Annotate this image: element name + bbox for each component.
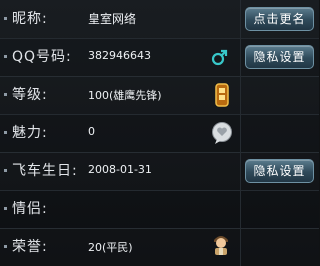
rank-badge-icon (214, 82, 230, 112)
qq-privacy-settings-button[interactable]: 隐私设置 (245, 45, 314, 69)
honor-label: 荣誉: (12, 239, 48, 255)
divider (240, 152, 241, 190)
qq-number-label: QQ号码: (12, 49, 72, 65)
divider (240, 190, 241, 228)
birthday-value: 2008-01-31 (88, 163, 152, 176)
row-bullet (4, 245, 7, 248)
row-qq-number: QQ号码: 382946643 隐私设置 (0, 38, 319, 77)
divider (240, 0, 241, 38)
commoner-avatar-icon (211, 232, 231, 260)
level-value: 100(雄鹰先锋) (88, 89, 162, 102)
charm-label: 魅力: (12, 125, 48, 141)
row-bullet (4, 207, 7, 210)
male-gender-icon (210, 47, 230, 71)
row-nickname: 昵称: 皇室网络 点击更名 (0, 0, 319, 39)
partner-label: 情侣: (12, 201, 48, 217)
divider (240, 228, 241, 266)
divider (240, 114, 241, 152)
divider (240, 38, 241, 76)
level-label: 等级: (12, 87, 48, 103)
row-bullet (4, 93, 7, 96)
charm-value: 0 (88, 125, 95, 138)
birthday-privacy-settings-button[interactable]: 隐私设置 (245, 159, 314, 183)
nickname-label: 昵称: (12, 11, 48, 27)
nickname-value: 皇室网络 (88, 12, 137, 26)
row-bullet (4, 55, 7, 58)
divider (240, 76, 241, 114)
row-bullet (4, 17, 7, 20)
heart-bubble-icon (211, 121, 233, 149)
profile-panel: 昵称: 皇室网络 点击更名 QQ号码: 382946643 隐私设置 等级: 1… (0, 0, 319, 266)
row-bullet (4, 169, 7, 172)
birthday-label: 飞车生日: (12, 163, 78, 179)
row-birthday: 飞车生日: 2008-01-31 隐私设置 (0, 152, 319, 191)
row-partner: 情侣: (0, 190, 319, 229)
qq-number-value: 382946643 (88, 49, 151, 62)
row-honor: 荣誉: 20(平民) (0, 228, 319, 266)
row-level: 等级: 100(雄鹰先锋) (0, 76, 319, 115)
honor-value: 20(平民) (88, 241, 133, 254)
rename-button[interactable]: 点击更名 (245, 7, 314, 31)
row-bullet (4, 131, 7, 134)
row-charm: 魅力: 0 (0, 114, 319, 153)
